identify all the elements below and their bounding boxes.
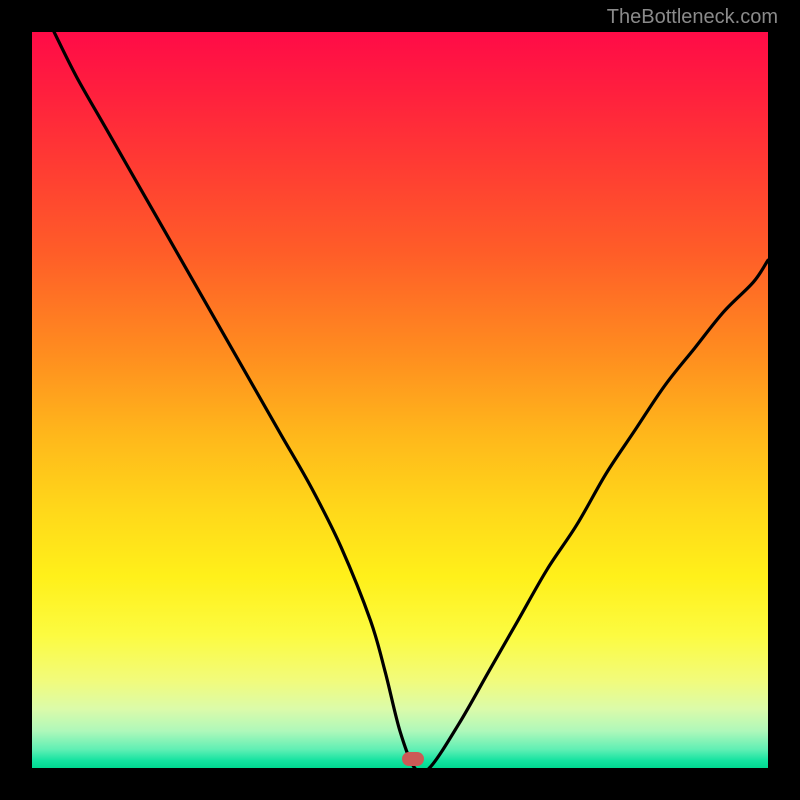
plot-area <box>32 32 768 768</box>
attribution-text: TheBottleneck.com <box>607 6 778 29</box>
bottleneck-curve <box>32 32 768 768</box>
optimal-point-marker <box>402 752 424 766</box>
chart-container: TheBottleneck.com <box>0 0 800 800</box>
